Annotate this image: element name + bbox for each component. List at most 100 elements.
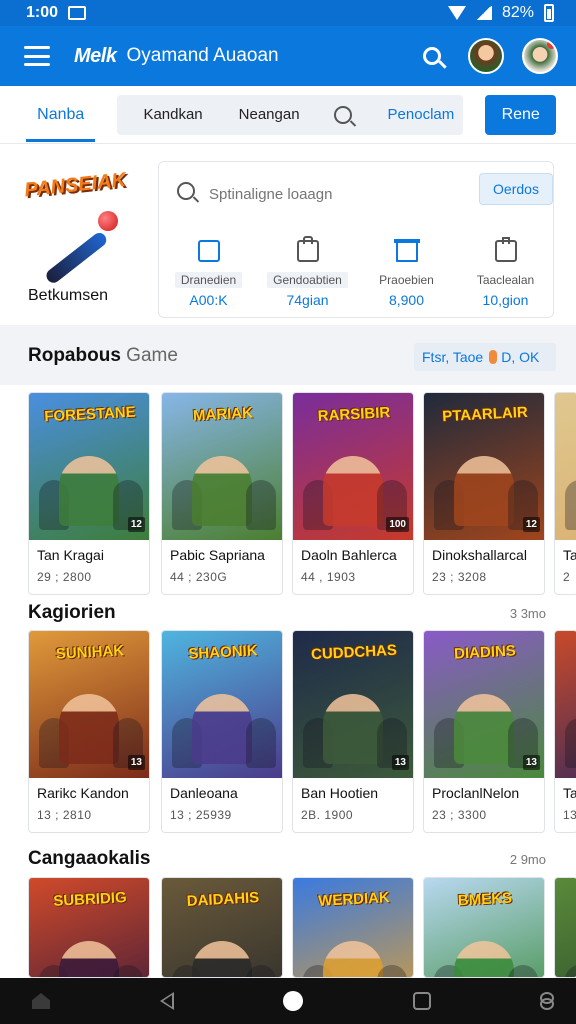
age-rating-badge: 13 (391, 755, 409, 770)
game-card[interactable]: SHAONIK Danleoana 13 ; 25939 (161, 630, 283, 833)
promo-area: PANSEIAK Betkumsen Oerdos Dranedien A00:… (0, 145, 576, 325)
character-figure (565, 480, 576, 530)
game-thumbnail[interactable] (555, 393, 576, 540)
character-figure (565, 965, 576, 977)
game-card[interactable]: DIADINS 13 ProclanlNelon 23 ; 3300 (423, 630, 545, 833)
search-icon[interactable] (333, 105, 352, 124)
character-figure (59, 941, 119, 977)
game-thumbnail[interactable]: RARSIBIR 100 (293, 393, 413, 540)
character-figure (59, 456, 119, 526)
orders-chip[interactable]: Oerdos (479, 173, 553, 205)
game-card[interactable] (554, 877, 576, 978)
game-thumbnail[interactable]: CUDDCHAS 13 (293, 631, 413, 778)
game-meta: 13 ; 25939 (170, 808, 232, 822)
game-card[interactable]: CUDDCHAS 13 Ban Hootien 2B. 1900 (292, 630, 414, 833)
game-thumbnail[interactable]: BMEKS (424, 878, 544, 977)
section-more-link[interactable]: 3 3mo (510, 606, 546, 621)
game-card[interactable]: Ta 13 (554, 630, 576, 833)
game-thumbnail[interactable]: DAIDAHIS (162, 878, 282, 977)
game-thumbnail[interactable]: MARIAK (162, 393, 282, 540)
menu-icon[interactable] (24, 46, 50, 66)
game-title: Danleoana (170, 785, 238, 801)
game-thumbnail[interactable] (555, 878, 576, 977)
game-meta: 13 (563, 808, 576, 822)
game-card[interactable]: Ta 2 (554, 392, 576, 595)
game-title: Ta (563, 547, 576, 563)
stat-label: Praoebien (379, 273, 434, 287)
game-logo: MARIAK (192, 404, 254, 425)
search-input[interactable] (209, 182, 449, 206)
stat-value: 10,gion (482, 292, 529, 308)
joystick-ball-icon (98, 211, 118, 231)
stat-item[interactable]: Taaclealan 10,gion (456, 237, 555, 308)
recent-apps-icon[interactable] (412, 992, 431, 1010)
filter-chip[interactable]: Ftsr, Taoe D, OK (414, 343, 556, 371)
status-time: 1:00 (26, 4, 59, 21)
game-thumbnail[interactable]: DIADINS 13 (424, 631, 544, 778)
tab-active[interactable]: Nanba (0, 86, 96, 144)
stats-row: Dranedien A00:K Gendoabtien 74gian Praoe… (159, 236, 555, 308)
character-figure (246, 480, 276, 530)
game-card[interactable]: RARSIBIR 100 Daoln Bahlerca 44 , 1903 (292, 392, 414, 595)
stat-value: 74gian (286, 292, 329, 308)
game-thumbnail[interactable] (555, 631, 576, 778)
search-button[interactable] (412, 36, 452, 76)
home-button-icon[interactable] (283, 991, 303, 1011)
segment-link[interactable]: Penoclam (388, 106, 455, 123)
stat-label: Gendoabtien (267, 272, 348, 288)
segment-tab-1[interactable]: Kandkan (143, 106, 202, 123)
character-figure (192, 941, 252, 977)
character-figure (323, 456, 383, 526)
game-thumbnail[interactable]: FORESTANE 12 (29, 393, 149, 540)
game-thumbnail[interactable]: SUNIHAK 13 (29, 631, 149, 778)
menu-dots-icon[interactable] (540, 992, 554, 1010)
joystick-icon (43, 230, 110, 286)
home-icon[interactable] (32, 993, 50, 1009)
segment-tab-2[interactable]: Neangan (239, 106, 300, 123)
section-title: Kagiorien (28, 602, 116, 623)
game-card[interactable]: SUNIHAK 13 Rarikc Kandon 13 ; 2810 (28, 630, 150, 833)
section-title: Ropabous Game (28, 345, 178, 366)
game-card[interactable]: PTAARLAIR 12 Dinokshallarcal 23 ; 3208 (423, 392, 545, 595)
game-logo: RARSIBIR (317, 404, 391, 425)
game-meta: 23 ; 3300 (432, 808, 487, 822)
game-card[interactable]: MARIAK Pabic Sapriana 44 ; 230G (161, 392, 283, 595)
game-thumbnail[interactable]: PTAARLAIR 12 (424, 393, 544, 540)
stat-item[interactable]: Gendoabtien 74gian (258, 236, 357, 308)
game-thumbnail[interactable]: SUBRIDIG (29, 878, 149, 977)
primary-button[interactable]: Rene (485, 94, 556, 135)
game-meta: 23 ; 3208 (432, 570, 487, 584)
app-logo[interactable]: Melk (74, 45, 117, 68)
briefcase-icon (296, 236, 319, 262)
game-card[interactable]: DAIDAHIS (161, 877, 283, 978)
game-logo (563, 404, 576, 410)
age-rating-badge: 13 (127, 755, 145, 770)
game-title: Dinokshallarcal (432, 547, 527, 563)
game-card[interactable]: FORESTANE 12 Tan Kragai 29 ; 2800 (28, 392, 150, 595)
profile-avatar[interactable] (522, 38, 558, 74)
game-thumbnail[interactable]: SHAONIK (162, 631, 282, 778)
battery-percent: 82% (501, 4, 534, 21)
character-figure (192, 456, 252, 526)
game-card[interactable]: SUBRIDIG (28, 877, 150, 978)
section-more-link[interactable]: 2 9mo (510, 852, 546, 867)
game-avatar[interactable] (468, 38, 504, 74)
stat-item[interactable]: Praoebien 8,900 (357, 239, 456, 308)
game-card[interactable]: WERDIAK (292, 877, 414, 978)
search-icon (177, 182, 195, 200)
stat-item[interactable]: Dranedien A00:K (159, 240, 258, 308)
game-title: ProclanlNelon (432, 785, 520, 801)
game-logo (563, 642, 576, 648)
character-figure (454, 941, 514, 977)
game-title: Ban Hootien (301, 785, 379, 801)
signal-icon (475, 6, 492, 20)
promo-caption: Betkumsen (28, 287, 109, 304)
game-card[interactable]: BMEKS (423, 877, 545, 978)
game-meta: 13 ; 2810 (37, 808, 92, 822)
back-icon[interactable] (159, 992, 174, 1010)
tabs-row: Nanba Kandkan Neangan Penoclam Rene (0, 86, 576, 144)
character-figure (323, 941, 383, 977)
search-card: Oerdos Dranedien A00:K Gendoabtien 74gia… (158, 161, 554, 318)
system-nav-bar (0, 978, 576, 1024)
game-thumbnail[interactable]: WERDIAK (293, 878, 413, 977)
